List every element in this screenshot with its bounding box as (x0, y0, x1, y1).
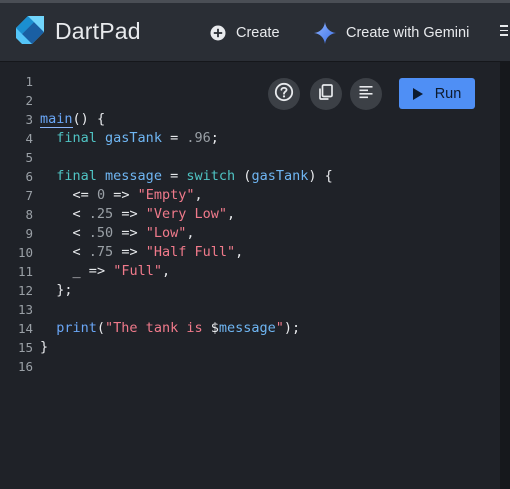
create-label: Create (236, 25, 280, 41)
copy-button[interactable] (310, 78, 342, 110)
line-number-gutter: 1 2 3 4 5 6 7 8 9 10 11 12 13 14 15 16 (0, 72, 33, 376)
help-icon (274, 82, 294, 107)
line-number: 12 (17, 283, 33, 298)
dartpad-window: DartPad Create Create with Gemini 1 2 3 … (0, 0, 510, 489)
line-number: 8 (25, 207, 33, 222)
top-bar: DartPad Create Create with Gemini (0, 0, 510, 62)
line-number: 2 (25, 93, 33, 108)
create-button[interactable]: Create (210, 21, 280, 45)
line-number: 9 (25, 226, 33, 241)
code-line: print("The tank is $message"); (56, 320, 301, 336)
app-title: DartPad (55, 18, 141, 44)
dart-logo-icon (14, 14, 46, 48)
code-text-area[interactable]: main() { final gasTank = .96; final mess… (40, 72, 333, 376)
help-button[interactable] (268, 78, 300, 110)
code-line: final gasTank = .96; (56, 130, 219, 146)
line-number: 4 (25, 131, 33, 146)
code-line: }; (56, 282, 73, 298)
scrollbar-track[interactable] (500, 62, 510, 489)
copy-icon (317, 83, 335, 106)
code-line: < .25 => "Very Low", (72, 206, 236, 222)
line-number: 15 (17, 340, 33, 355)
run-button[interactable]: Run (399, 78, 475, 109)
line-number: 6 (25, 169, 33, 184)
code-line: } (40, 339, 49, 355)
line-number: 14 (17, 321, 33, 336)
code-line: main() { (40, 111, 106, 128)
run-label: Run (434, 85, 462, 102)
create-with-gemini-label: Create with Gemini (346, 25, 470, 41)
gemini-sparkle-icon (314, 22, 336, 44)
line-number: 11 (17, 264, 33, 279)
top-edge-divider (0, 0, 510, 3)
line-number: 13 (17, 302, 33, 317)
play-icon (412, 87, 423, 100)
line-number: 16 (17, 359, 33, 374)
line-number: 10 (17, 245, 33, 260)
format-align-icon (358, 84, 374, 105)
menu-icon[interactable] (500, 25, 510, 39)
code-line: < .75 => "Half Full", (72, 244, 244, 260)
code-line: final message = switch (gasTank) { (56, 168, 333, 184)
line-number: 1 (25, 74, 33, 89)
code-line: < .50 => "Low", (72, 225, 195, 241)
line-number: 5 (25, 150, 33, 165)
line-number: 3 (25, 112, 33, 127)
code-editor[interactable]: 1 2 3 4 5 6 7 8 9 10 11 12 13 14 15 16 m… (0, 62, 500, 489)
code-line: _ => "Full", (72, 263, 171, 279)
line-number: 7 (25, 188, 33, 203)
format-button[interactable] (350, 78, 382, 110)
code-line: <= 0 => "Empty", (72, 187, 203, 203)
create-with-gemini-button[interactable]: Create with Gemini (314, 21, 469, 45)
add-circle-icon (210, 25, 226, 41)
